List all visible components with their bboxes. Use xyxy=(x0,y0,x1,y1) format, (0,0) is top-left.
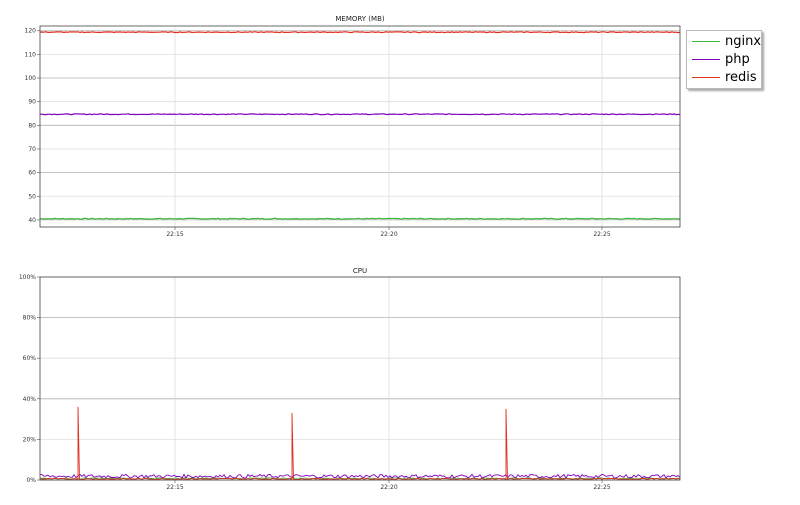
x-tick-label: 22:25 xyxy=(593,484,610,491)
legend-item-php: php xyxy=(687,51,761,69)
legend-label: redis xyxy=(725,70,757,85)
y-tick-label: 20% xyxy=(23,436,37,443)
y-tick-label: 60 xyxy=(28,170,36,177)
x-tick-label: 22:15 xyxy=(166,231,183,238)
series-line-redis xyxy=(39,406,681,480)
x-tick-label: 22:20 xyxy=(380,231,397,238)
charts-canvas: MEMORY (MB) 40 50 60 70 80 90 100 110 120 22:15 22:… xyxy=(19,15,681,491)
plot-area xyxy=(39,25,681,228)
y-tick-label: 50 xyxy=(28,193,36,200)
legend-item-nginx: nginx xyxy=(687,33,761,51)
y-tick-label: 80 xyxy=(28,122,36,129)
series-line-nginx xyxy=(40,217,681,220)
x-tick-label: 22:20 xyxy=(380,484,397,491)
legend-swatch-redis xyxy=(692,77,720,78)
x-tick-label: 22:25 xyxy=(593,231,610,238)
y-tick-label: 110 xyxy=(25,51,37,58)
y-tick-label: 120 xyxy=(25,28,37,35)
y-tick-label: 100 xyxy=(25,75,37,82)
legend-swatch-nginx xyxy=(692,41,720,42)
chart-title: MEMORY (MB) xyxy=(335,15,385,23)
y-tick-label: 0% xyxy=(26,477,36,484)
y-tick-label: 70 xyxy=(28,146,36,153)
legend-swatch-php xyxy=(692,59,720,60)
y-tick-label: 100% xyxy=(19,274,36,281)
legend-item-redis: redis xyxy=(687,69,761,87)
x-tick-label: 22:15 xyxy=(166,484,183,491)
y-tick-label: 40 xyxy=(28,217,36,224)
y-tick-label: 90 xyxy=(28,99,36,106)
legend: nginx php redis xyxy=(686,30,762,89)
y-tick-label: 40% xyxy=(23,396,37,403)
legend-label: nginx xyxy=(725,34,762,49)
series-line-php xyxy=(39,473,681,479)
series-line-php xyxy=(39,113,681,116)
plot-area xyxy=(39,276,681,481)
y-tick-label: 60% xyxy=(23,355,37,362)
y-tick-label: 80% xyxy=(23,315,37,322)
series-line-redis xyxy=(39,31,681,34)
chart-title: CPU xyxy=(353,267,367,275)
legend-label: php xyxy=(725,52,750,67)
